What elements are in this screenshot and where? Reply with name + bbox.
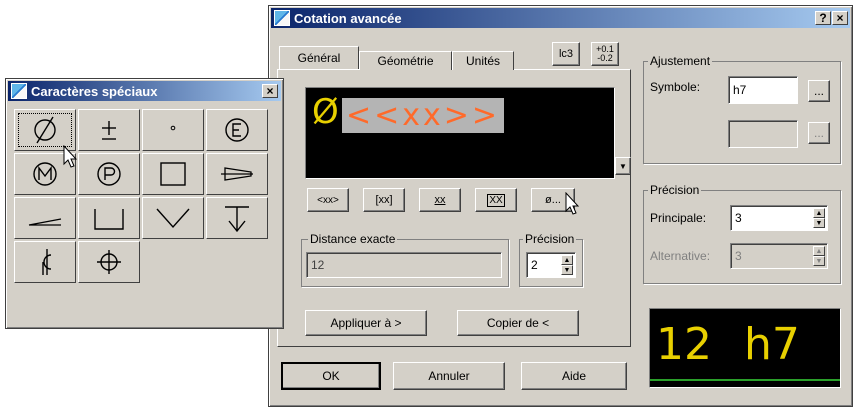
symbols-label: ø... [545, 194, 561, 206]
tab-unites[interactable]: Unités [452, 51, 514, 70]
cotation-titlebar[interactable]: Cotation avancée ? × [271, 8, 850, 28]
spin-up-icon[interactable]: ▲ [813, 208, 825, 218]
square-icon[interactable] [142, 153, 204, 195]
symbol-browse-button[interactable]: ... [808, 80, 830, 102]
distance-field: 12 [306, 252, 502, 278]
lc3-icon: lc3 [558, 48, 574, 60]
format-underline-button[interactable]: xx [419, 188, 461, 212]
distance-group: Distance exacte 12 [301, 232, 509, 287]
format-boxed-label: XX [487, 193, 505, 207]
tolerance-icon-button[interactable]: +0.1 -0.2 [591, 42, 619, 66]
precision-small-value: 2 [531, 258, 538, 272]
slope-icon[interactable] [14, 197, 76, 239]
tab-general[interactable]: Général [279, 46, 359, 69]
result-preview: 12 h7 [649, 308, 841, 388]
circle-e-icon[interactable] [206, 109, 268, 151]
conical-icon[interactable] [206, 153, 268, 195]
close-button[interactable]: × [832, 11, 848, 25]
special-chars-titlebar[interactable]: Caractères spéciaux × [8, 81, 281, 101]
adjustment-label: Ajustement [648, 54, 713, 68]
distance-label: Distance exacte [308, 232, 398, 246]
precision-group: Précision Principale: 3 ▲ ▼ Alternative: … [643, 183, 841, 284]
ok-button[interactable]: OK [281, 362, 381, 390]
spin-down-icon[interactable]: ▼ [561, 265, 573, 275]
tab-geometrie[interactable]: Géométrie [359, 51, 452, 70]
countersink-icon[interactable] [142, 197, 204, 239]
copy-button[interactable]: Copier de < [457, 310, 579, 336]
apply-button[interactable]: Appliquer à > [305, 310, 427, 336]
precision-small-group: Précision 2 ▲ ▼ [519, 232, 583, 287]
precision-label: Précision [648, 183, 702, 197]
tolerance-minus: -0.2 [597, 53, 613, 63]
help-text-button[interactable]: Aide [521, 362, 627, 390]
format-angle-button[interactable]: <xx> [307, 188, 349, 212]
format-boxed-button[interactable]: XX [475, 188, 517, 212]
format-square-button[interactable]: [xx] [363, 188, 405, 212]
alt-precision-label: Alternative: [650, 249, 711, 263]
help-button[interactable]: ? [815, 11, 831, 25]
special-chars-close-button[interactable]: × [262, 84, 278, 98]
centerline-icon[interactable] [14, 241, 76, 283]
symbol-label: Symbole: [650, 80, 701, 94]
dimension-preview[interactable]: Ø <<xx>> [305, 87, 615, 179]
dialog-title: Cotation avancée [294, 10, 402, 26]
app-icon [11, 83, 27, 99]
format-angle-label: <xx> [317, 194, 339, 206]
main-precision-spin[interactable]: ▲ ▼ [813, 208, 825, 228]
cursor-icon [565, 191, 581, 219]
lc3-icon-button[interactable]: lc3 [552, 42, 580, 66]
degree-icon[interactable] [142, 109, 204, 151]
alt-precision-field: 3 ▲ ▼ [730, 243, 828, 269]
format-underline-label: xx [434, 194, 446, 206]
depth-icon[interactable] [206, 197, 268, 239]
alt-precision-spin: ▲ ▼ [813, 246, 825, 266]
format-square-label: [xx] [375, 194, 393, 206]
counterbore-icon[interactable] [78, 197, 140, 239]
alt-precision-value: 3 [735, 249, 742, 263]
cancel-button[interactable]: Annuler [393, 362, 505, 390]
plus-minus-icon[interactable] [78, 109, 140, 151]
chevron-down-icon: ▼ [619, 161, 627, 171]
preview-dropdown-button[interactable]: ▼ [615, 157, 631, 175]
symbol-browse-button-2: ... [808, 122, 830, 144]
spin-down-icon[interactable]: ▼ [813, 218, 825, 228]
position-icon[interactable] [78, 241, 140, 283]
symbol-input[interactable]: h7 [728, 76, 798, 104]
special-chars-window: Caractères spéciaux × [5, 78, 284, 329]
preview-text: <<xx>> [342, 98, 505, 133]
precision-small-field[interactable]: 2 ▲ ▼ [526, 252, 576, 278]
main-precision-value: 3 [735, 211, 742, 225]
preview-diameter: Ø [312, 92, 339, 132]
result-text: 12 h7 [656, 319, 800, 370]
adjustment-group: Ajustement Symbole: h7 ... ... [643, 54, 841, 164]
symbol-input-2 [728, 120, 798, 148]
circle-p-icon[interactable] [78, 153, 140, 195]
special-chars-title: Caractères spéciaux [31, 83, 158, 99]
precision-small-label: Précision [523, 232, 577, 246]
spin-up-icon: ▲ [813, 246, 825, 256]
main-precision-label: Principale: [650, 211, 707, 225]
spin-down-icon: ▼ [813, 256, 825, 266]
app-icon [274, 10, 290, 26]
precision-small-spin[interactable]: ▲ ▼ [561, 255, 573, 275]
spin-up-icon[interactable]: ▲ [561, 255, 573, 265]
cursor-icon [63, 144, 79, 172]
result-baseline [650, 379, 840, 381]
symbol-grid [12, 107, 276, 323]
main-precision-field[interactable]: 3 ▲ ▼ [730, 205, 828, 231]
cotation-dialog: Cotation avancée ? × Général Géométrie U… [268, 5, 853, 407]
